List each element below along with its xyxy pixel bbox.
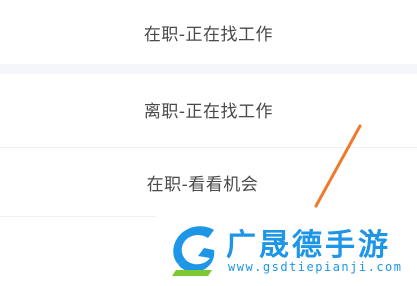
watermark-logo-icon	[172, 226, 215, 276]
job-status-picker: 在职-正在找工作 离职-正在找工作 在职-看看机会 广晟德手游 www.gsdt…	[0, 0, 417, 286]
watermark-url: www.gsdtiepianji.com	[228, 260, 403, 274]
arrow-shaft	[314, 124, 362, 208]
watermark-brand: 广晟德手游	[226, 228, 391, 263]
watermark: 广晟德手游 www.gsdtiepianji.com	[156, 214, 417, 286]
